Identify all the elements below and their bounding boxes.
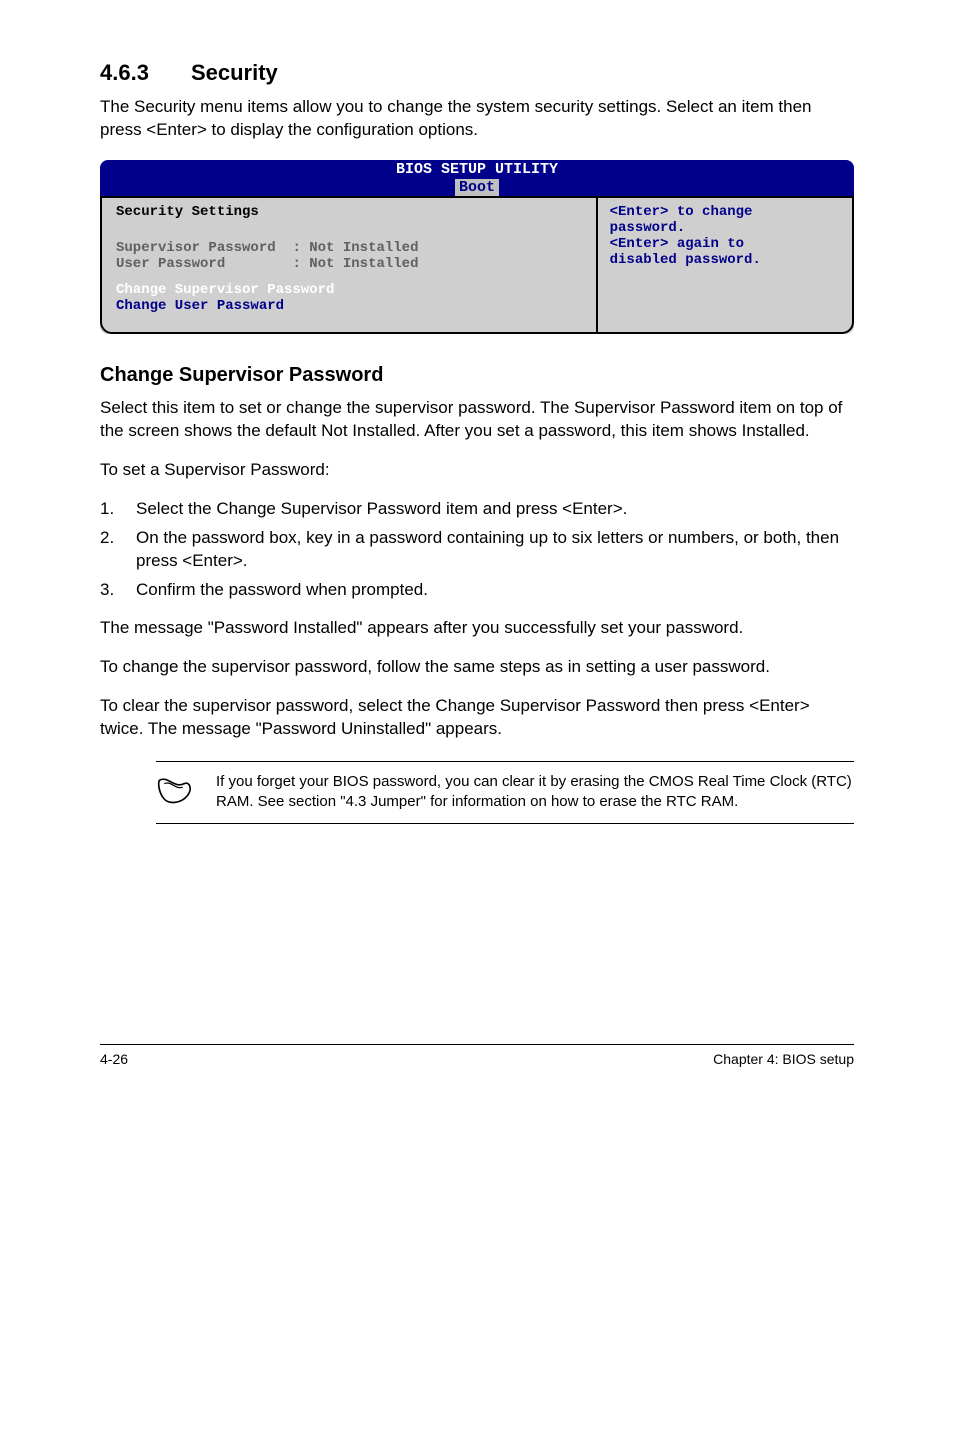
paragraph: To set a Supervisor Password: xyxy=(100,459,854,482)
bios-right-panel: <Enter> to change password. <Enter> agai… xyxy=(598,196,854,334)
bios-help-line: disabled password. xyxy=(610,252,840,268)
bios-row-supervisor: Supervisor Password : Not Installed xyxy=(116,240,582,256)
page-footer: 4-26 Chapter 4: BIOS setup xyxy=(100,1044,854,1067)
section-number: 4.6.3 xyxy=(100,60,149,86)
paragraph: Select this item to set or change the su… xyxy=(100,397,854,443)
bios-help-line: <Enter> again to xyxy=(610,236,840,252)
section-heading: 4.6.3 Security xyxy=(100,60,854,86)
bios-help-line: password. xyxy=(610,220,840,236)
bios-tab: Boot xyxy=(455,179,499,196)
list-item: 2. On the password box, key in a passwor… xyxy=(100,527,854,573)
paragraph: The message "Password Installed" appears… xyxy=(100,617,854,640)
note-icon xyxy=(156,772,216,812)
ordered-list: 1. Select the Change Supervisor Password… xyxy=(100,498,854,602)
intro-paragraph: The Security menu items allow you to cha… xyxy=(100,96,854,142)
list-number: 2. xyxy=(100,527,136,573)
bios-title: BIOS SETUP UTILITY xyxy=(396,161,558,178)
section-title: Security xyxy=(191,60,278,86)
list-text: Confirm the password when prompted. xyxy=(136,579,854,602)
bios-header: BIOS SETUP UTILITY Boot xyxy=(100,160,854,196)
bios-settings-heading: Security Settings xyxy=(116,204,582,220)
subsection-heading: Change Supervisor Password xyxy=(100,364,854,387)
list-text: On the password box, key in a password c… xyxy=(136,527,854,573)
bios-left-panel: Security Settings Supervisor Password : … xyxy=(100,196,598,334)
paragraph: To clear the supervisor password, select… xyxy=(100,695,854,741)
bios-screenshot: BIOS SETUP UTILITY Boot Security Setting… xyxy=(100,160,854,334)
note-text: If you forget your BIOS password, you ca… xyxy=(216,772,854,813)
list-text: Select the Change Supervisor Password it… xyxy=(136,498,854,521)
list-number: 1. xyxy=(100,498,136,521)
list-item: 3. Confirm the password when prompted. xyxy=(100,579,854,602)
bios-row-user: User Password : Not Installed xyxy=(116,256,582,272)
list-number: 3. xyxy=(100,579,136,602)
bios-help-line: <Enter> to change xyxy=(610,204,840,220)
list-item: 1. Select the Change Supervisor Password… xyxy=(100,498,854,521)
footer-chapter: Chapter 4: BIOS setup xyxy=(713,1051,854,1067)
paragraph: To change the supervisor password, follo… xyxy=(100,656,854,679)
note-box: If you forget your BIOS password, you ca… xyxy=(156,761,854,824)
bios-action-change-user: Change User Passward xyxy=(116,298,582,314)
bios-action-change-supervisor: Change Supervisor Password xyxy=(116,282,582,298)
footer-page-number: 4-26 xyxy=(100,1051,128,1067)
